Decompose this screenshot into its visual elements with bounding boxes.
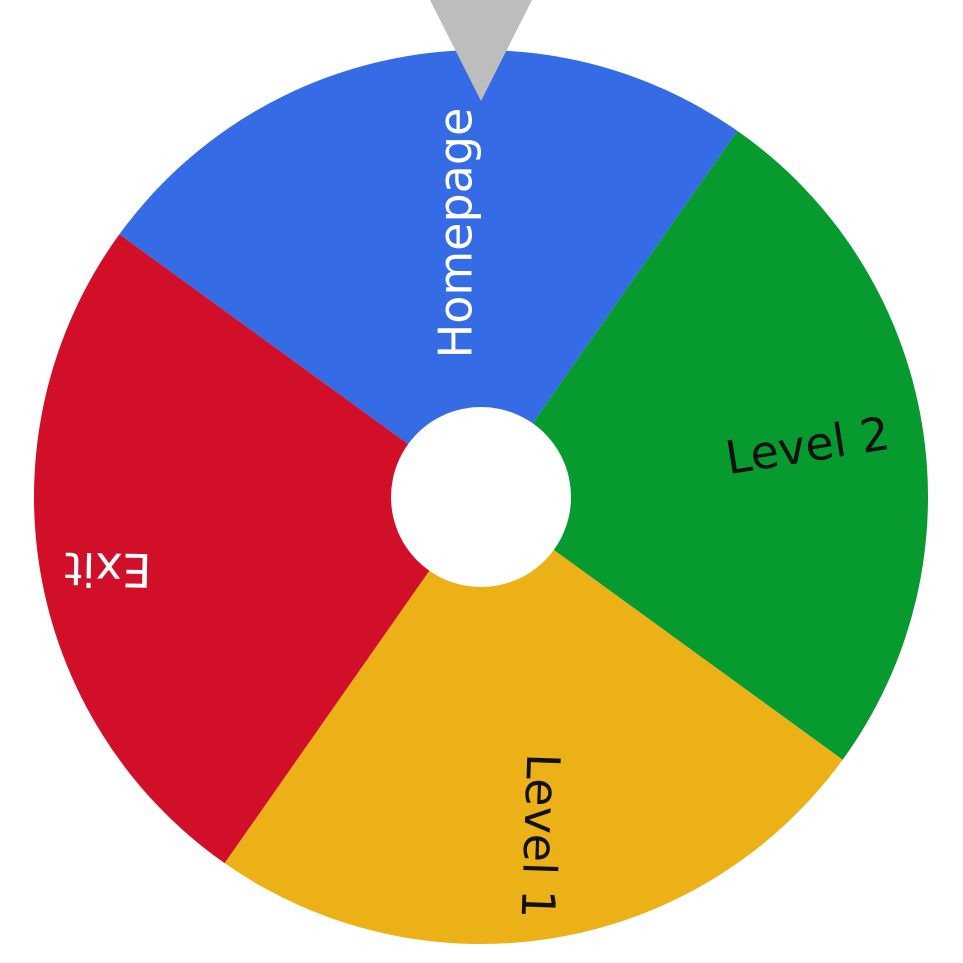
segment-label-homepage: Homepage <box>429 108 483 359</box>
segment-label-level-1: Level 1 <box>511 753 571 920</box>
wheel-hub[interactable] <box>391 407 571 587</box>
segment-label-exit: Exit <box>64 542 152 598</box>
spin-wheel-game: Homepage Level 2 Level 1 Exit <box>0 0 963 963</box>
spin-wheel[interactable]: Homepage Level 2 Level 1 Exit <box>0 0 963 963</box>
